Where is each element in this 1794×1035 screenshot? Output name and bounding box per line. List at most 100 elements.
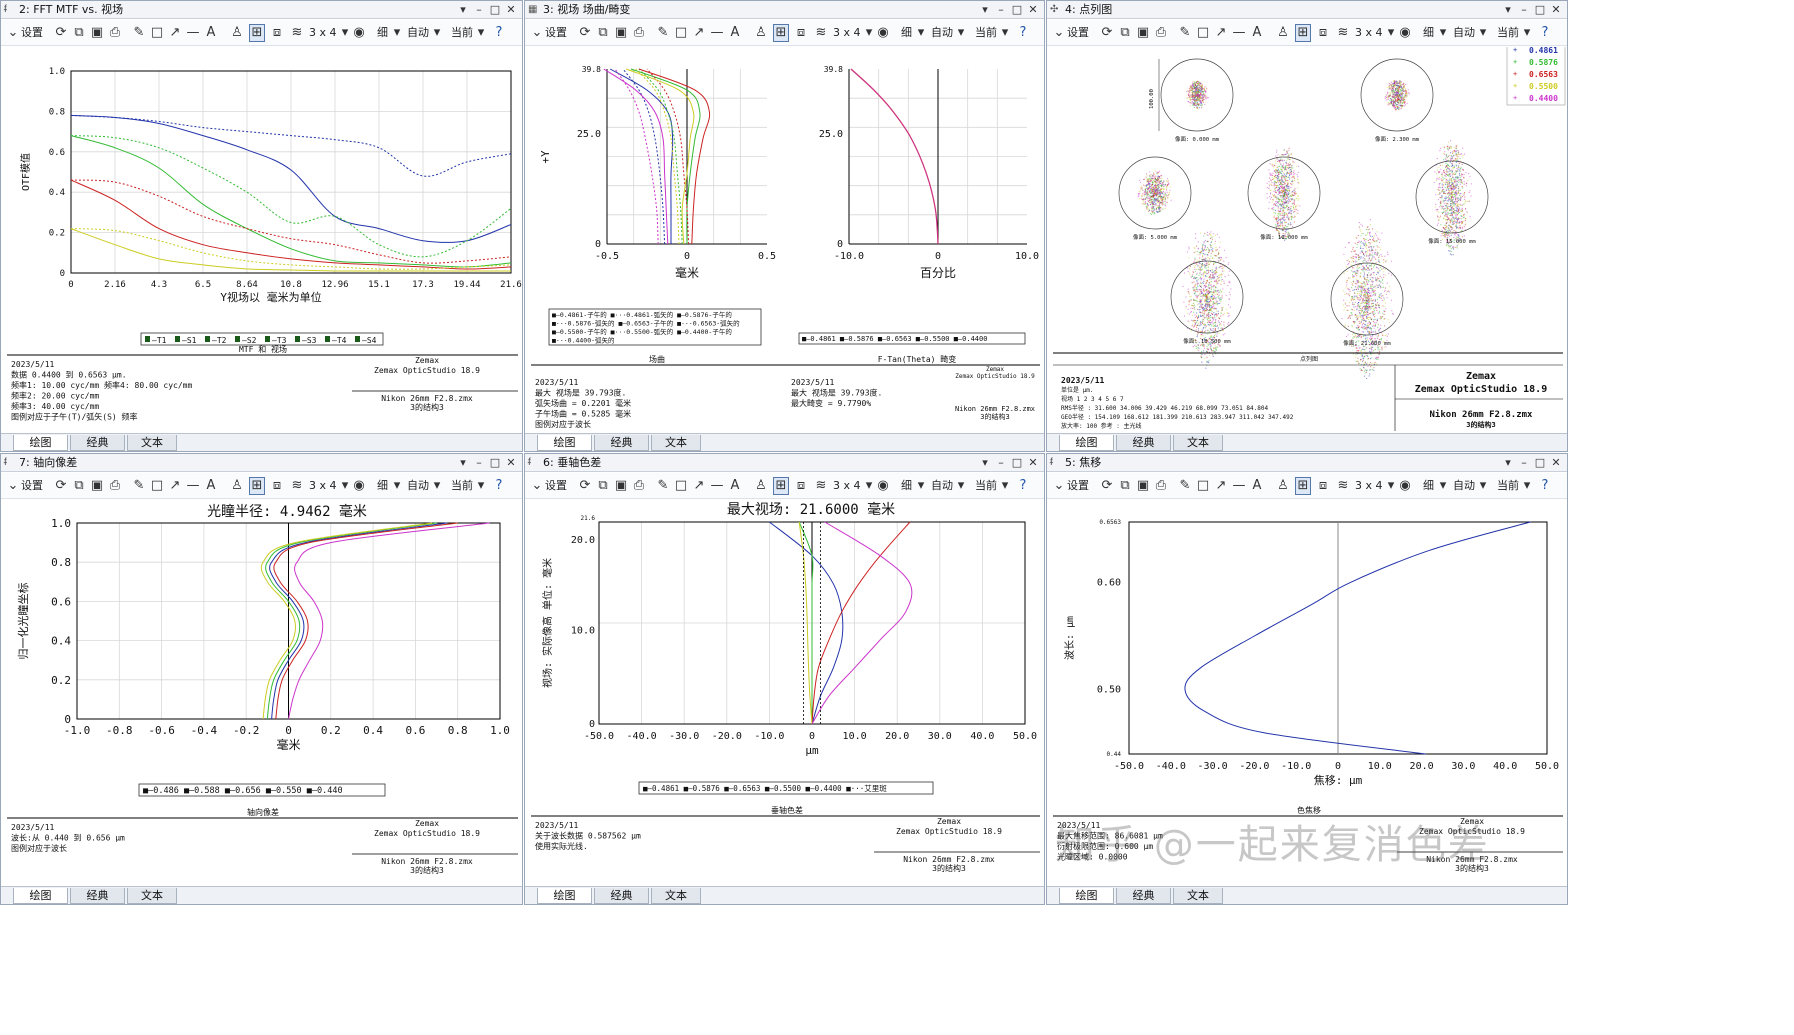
tab-classic[interactable]: 经典 [594, 435, 649, 451]
layers-icon[interactable]: ≋ [813, 25, 829, 41]
settings-button[interactable]: 设置 [1067, 24, 1089, 42]
layout-icon[interactable]: ⧈ [793, 25, 809, 41]
dropdown-icon[interactable]: ▾ [978, 1, 992, 19]
spot-point [1219, 289, 1221, 291]
chevron-down-icon[interactable]: ▾ [473, 25, 489, 41]
save-icon[interactable]: ▣ [1135, 25, 1151, 41]
layout-icon[interactable]: ⧈ [1315, 25, 1331, 41]
options-icon[interactable]: ◉ [875, 25, 891, 41]
spot-point [1289, 192, 1291, 194]
help-icon[interactable]: ? [1015, 25, 1031, 41]
minimize-icon[interactable]: – [994, 1, 1008, 19]
options-icon[interactable]: ◉ [1397, 25, 1413, 41]
print-icon[interactable]: ⎙ [1153, 25, 1169, 41]
current-dropdown[interactable]: 当前 [975, 24, 997, 42]
field-titlebar[interactable]: ▦ 3: 视场 场曲/畸变 ▾ – □ ✕ [525, 1, 1044, 19]
save-icon[interactable]: ▣ [613, 25, 629, 41]
spot-point [1445, 181, 1447, 183]
grid-layout-button[interactable]: 3 x 4 [1355, 24, 1383, 42]
chevron-down-icon[interactable]: ▾ [389, 25, 405, 41]
options-icon[interactable]: ◉ [351, 25, 367, 41]
tab-plot[interactable]: 绘图 [537, 435, 592, 451]
help-icon[interactable]: ? [1537, 25, 1553, 41]
thickness-dropdown[interactable]: 细 [1423, 24, 1434, 42]
line-icon[interactable]: — [709, 25, 725, 41]
close-icon[interactable]: ✕ [504, 1, 518, 19]
print-icon[interactable]: ⎙ [107, 25, 123, 41]
arrow-icon[interactable]: ↗ [1213, 25, 1229, 41]
minimize-icon[interactable]: – [472, 1, 486, 19]
chevron-down-icon[interactable]: ⌄ [5, 25, 21, 41]
tab-plot[interactable]: 绘图 [13, 435, 68, 451]
text-icon[interactable]: A [1249, 25, 1265, 41]
copy-icon[interactable]: ⧉ [71, 25, 87, 41]
layout-icon[interactable]: ⧈ [269, 25, 285, 41]
chevron-down-icon[interactable]: ⌄ [1051, 25, 1067, 41]
auto-dropdown[interactable]: 自动 [1453, 24, 1475, 42]
chevron-down-icon[interactable]: ▾ [429, 25, 445, 41]
minimize-icon[interactable]: – [1517, 1, 1531, 19]
text-icon[interactable]: A [727, 25, 743, 41]
copy-icon[interactable]: ⧉ [1117, 25, 1133, 41]
settings-button[interactable]: 设置 [21, 24, 43, 42]
tab-text[interactable]: 文本 [127, 435, 177, 451]
rectangle-icon[interactable]: □ [673, 25, 689, 41]
spot-point [1188, 87, 1190, 89]
close-icon[interactable]: ✕ [1026, 1, 1040, 19]
maximize-icon[interactable]: □ [1010, 1, 1024, 19]
chevron-down-icon[interactable]: ▾ [1519, 25, 1535, 41]
chevron-down-icon[interactable]: ▾ [913, 25, 929, 41]
lock-icon[interactable]: ♙ [753, 25, 769, 41]
lock-icon[interactable]: ♙ [1275, 25, 1291, 41]
spot-point [1278, 188, 1280, 190]
chevron-down-icon[interactable]: ▾ [1475, 25, 1491, 41]
layers-icon[interactable]: ≋ [289, 25, 305, 41]
text-icon[interactable]: A [203, 25, 219, 41]
thickness-dropdown[interactable]: 细 [901, 24, 912, 42]
help-icon[interactable]: ? [491, 25, 507, 41]
tab-classic[interactable]: 经典 [70, 435, 125, 451]
mtf-titlebar[interactable]: ᵮ 2: FFT MTF vs. 视场 ▾ – □ ✕ [1, 1, 522, 19]
pencil-icon[interactable]: ✎ [131, 25, 147, 41]
settings-button[interactable]: 设置 [545, 24, 567, 42]
rectangle-icon[interactable]: □ [1195, 25, 1211, 41]
layers-icon[interactable]: ≋ [1335, 25, 1351, 41]
auto-dropdown[interactable]: 自动 [931, 24, 953, 42]
arrow-icon[interactable]: ↗ [691, 25, 707, 41]
current-dropdown[interactable]: 当前 [451, 24, 473, 42]
thickness-dropdown[interactable]: 细 [377, 24, 388, 42]
fit-icon[interactable]: ⊞ [1295, 24, 1311, 42]
pencil-icon[interactable]: ✎ [655, 25, 671, 41]
spot-titlebar[interactable]: ✣ 4: 点列图 ▾ – □ ✕ [1047, 1, 1567, 19]
close-icon[interactable]: ✕ [1549, 1, 1563, 19]
fit-icon[interactable]: ⊞ [249, 24, 265, 42]
spot-point [1162, 189, 1164, 191]
grid-layout-button[interactable]: 3 x 4 [309, 24, 337, 42]
pencil-icon[interactable]: ✎ [1177, 25, 1193, 41]
refresh-icon[interactable]: ⟳ [1099, 25, 1115, 41]
chevron-down-icon[interactable]: ▾ [953, 25, 969, 41]
chevron-down-icon[interactable]: ⌄ [529, 25, 545, 41]
tab-text[interactable]: 文本 [651, 435, 701, 451]
spot-point [1200, 91, 1202, 93]
current-dropdown[interactable]: 当前 [1497, 24, 1519, 42]
print-icon[interactable]: ⎙ [631, 25, 647, 41]
lock-icon[interactable]: ♙ [229, 25, 245, 41]
copy-icon[interactable]: ⧉ [595, 25, 611, 41]
refresh-icon[interactable]: ⟳ [577, 25, 593, 41]
grid-layout-button[interactable]: 3 x 4 [833, 24, 861, 42]
chevron-down-icon[interactable]: ▾ [1435, 25, 1451, 41]
chevron-down-icon[interactable]: ▾ [997, 25, 1013, 41]
rectangle-icon[interactable]: □ [149, 25, 165, 41]
auto-dropdown[interactable]: 自动 [407, 24, 429, 42]
line-icon[interactable]: — [1231, 25, 1247, 41]
line-icon[interactable]: — [185, 25, 201, 41]
arrow-icon[interactable]: ↗ [167, 25, 183, 41]
refresh-icon[interactable]: ⟳ [53, 25, 69, 41]
fit-icon[interactable]: ⊞ [773, 24, 789, 42]
dropdown-icon[interactable]: ▾ [1501, 1, 1515, 19]
dropdown-icon[interactable]: ▾ [456, 1, 470, 19]
save-icon[interactable]: ▣ [89, 25, 105, 41]
maximize-icon[interactable]: □ [488, 1, 502, 19]
maximize-icon[interactable]: □ [1533, 1, 1547, 19]
